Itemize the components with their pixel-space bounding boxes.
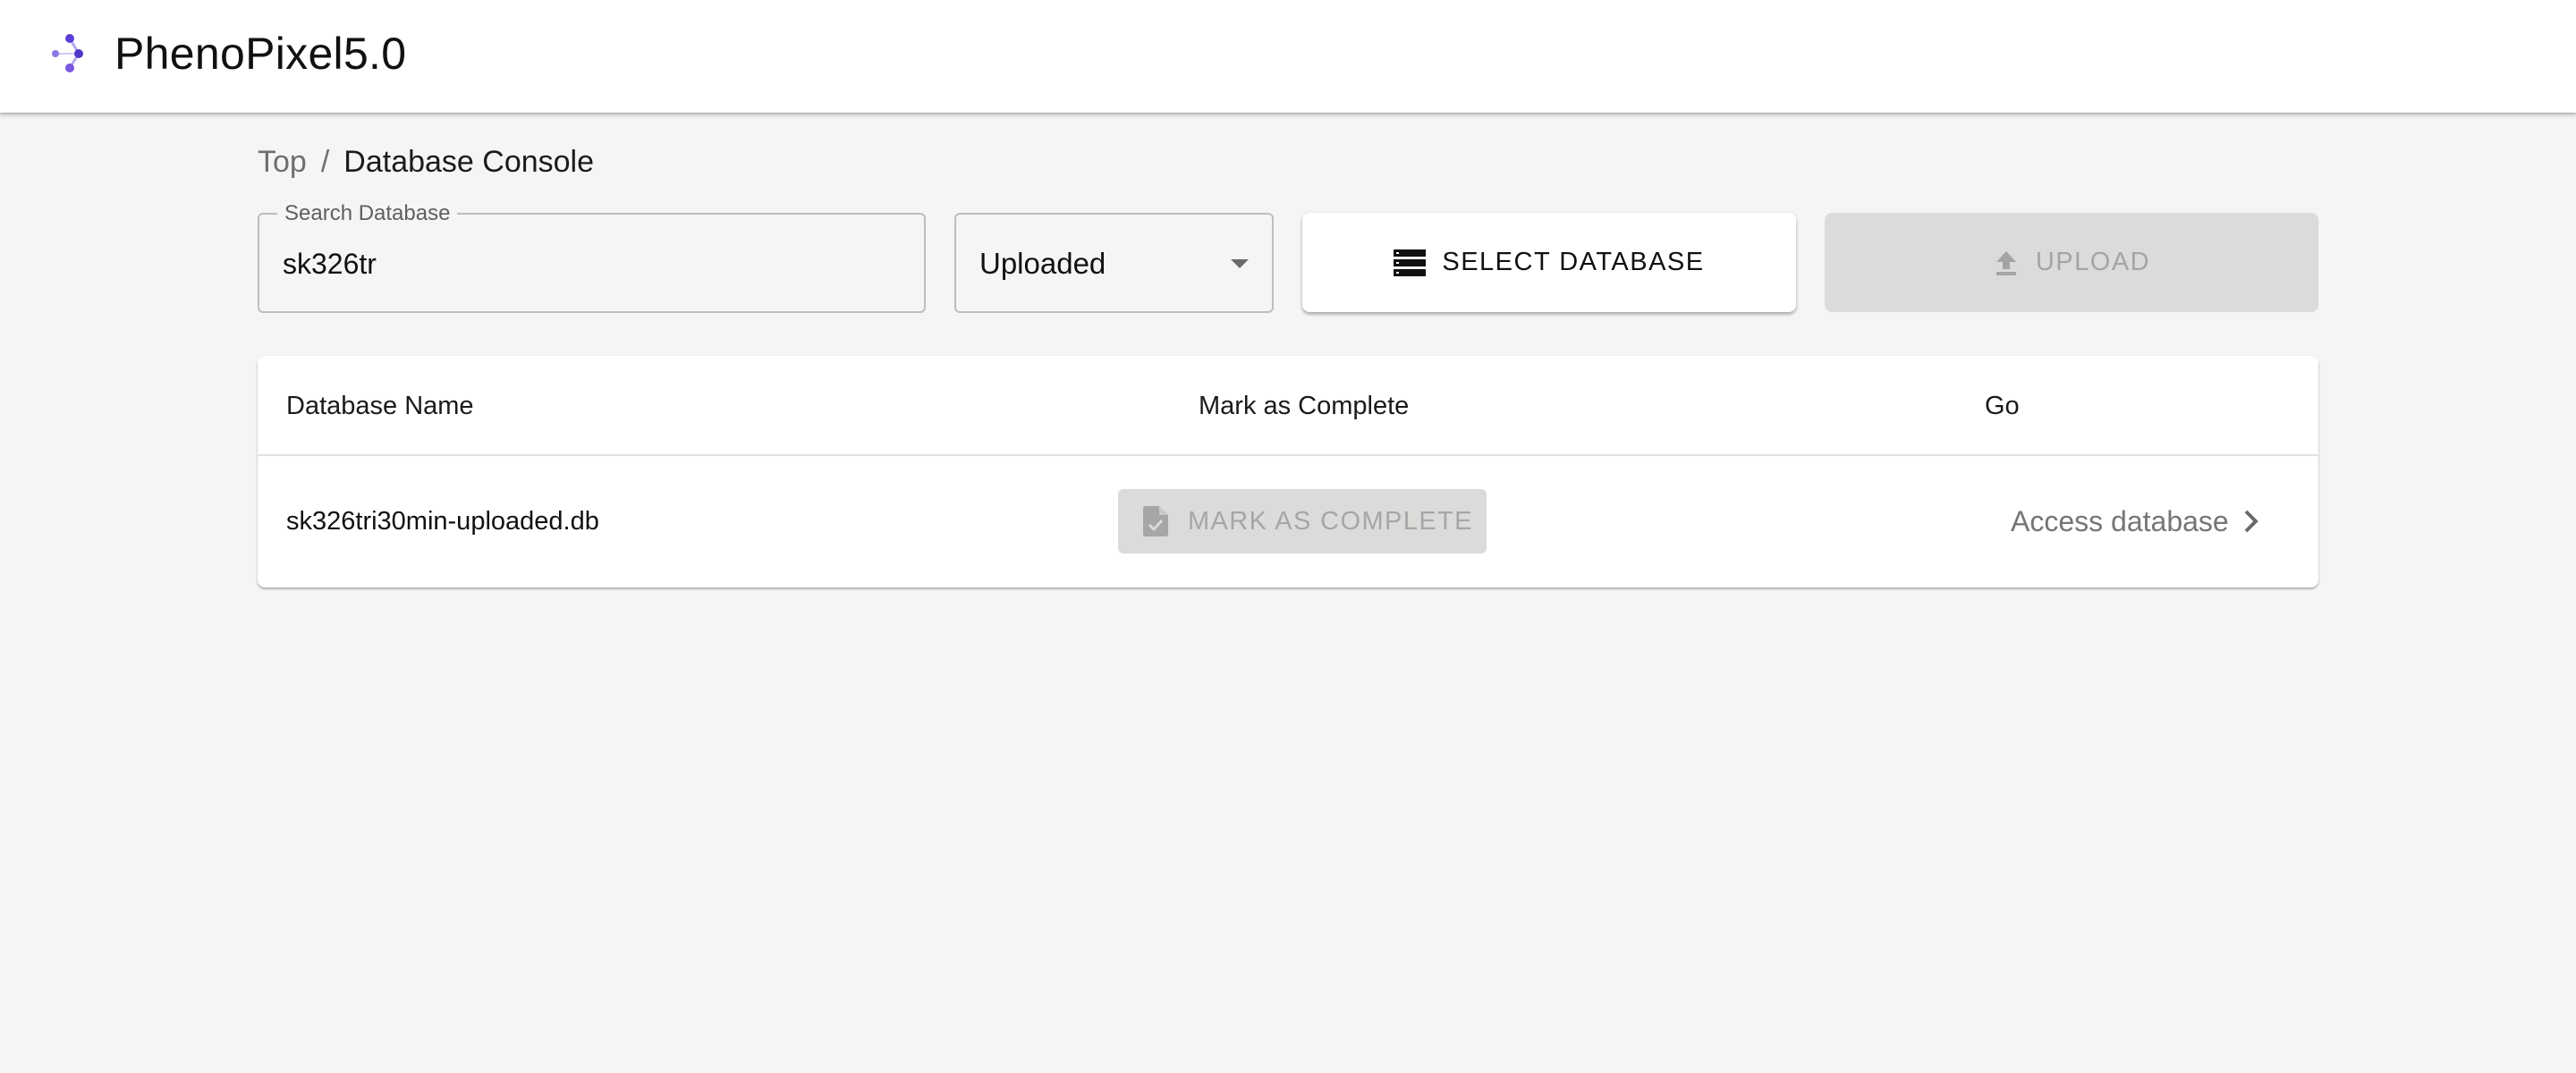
column-header-mark-as-complete: Mark as Complete	[1199, 392, 1410, 420]
dropdown-caret-icon	[1231, 259, 1249, 268]
breadcrumb-current-page: Database Console	[343, 144, 595, 179]
search-database-input[interactable]	[283, 241, 900, 286]
chevron-right-icon	[2244, 510, 2258, 533]
breadcrumb-top-link[interactable]: Top	[258, 145, 307, 180]
mark-as-complete-button[interactable]: MARK AS COMPLETE	[1118, 489, 1487, 553]
access-database-label: Access database	[2011, 504, 2229, 537]
upload-label: UPLOAD	[2035, 248, 2151, 276]
column-header-go: Go	[1985, 392, 2020, 420]
database-table: Database Name Mark as Complete Go sk326t…	[258, 356, 2318, 587]
table-header-row: Database Name Mark as Complete Go	[258, 356, 2318, 456]
molecule-logo-icon	[52, 34, 83, 72]
search-database-label: Search Database	[277, 201, 458, 226]
app-title: PhenoPixel5.0	[114, 29, 407, 79]
select-database-label: SELECT DATABASE	[1442, 248, 1705, 276]
breadcrumb-separator: /	[320, 144, 330, 179]
breadcrumb: Top / Database Console	[258, 141, 594, 182]
upload-button[interactable]: UPLOAD	[1825, 213, 2318, 312]
column-header-database-name: Database Name	[286, 392, 474, 420]
select-database-button[interactable]: SELECT DATABASE	[1302, 213, 1796, 312]
mark-as-complete-label: MARK AS COMPLETE	[1188, 506, 1473, 536]
table-row: sk326tri30min-uploaded.db MARK AS COMPLE…	[258, 457, 2318, 587]
database-list-icon	[1394, 249, 1427, 276]
access-database-link[interactable]: Access database	[2011, 500, 2261, 543]
app-header: PhenoPixel5.0	[0, 0, 2576, 113]
status-filter-select[interactable]: Uploaded	[954, 213, 1274, 313]
database-name-cell: sk326tri30min-uploaded.db	[286, 507, 599, 536]
upload-arrow-icon	[1996, 250, 2016, 275]
document-check-icon	[1143, 506, 1168, 536]
search-database-field: Search Database	[258, 201, 926, 313]
status-filter-value: Uploaded	[979, 247, 1106, 280]
